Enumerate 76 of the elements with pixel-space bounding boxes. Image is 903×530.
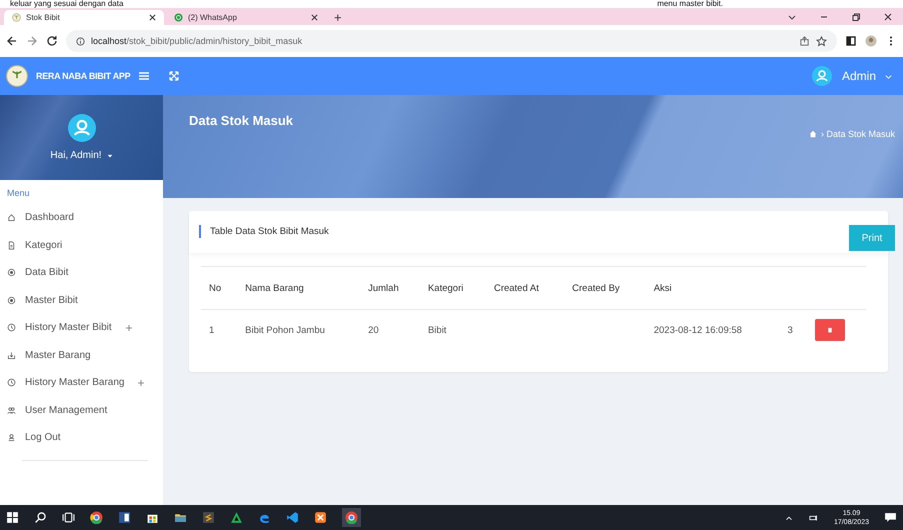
address-field[interactable]: localhost/stok_bibit/public/admin/history_bibit_masuk: [66, 30, 837, 52]
clock-icon: [7, 323, 16, 332]
column-header: No: [209, 282, 222, 294]
column-header: Aksi: [654, 282, 672, 294]
document-text: keluar yang sesuai dengan data: [10, 0, 124, 8]
leaf-icon: [12, 13, 21, 22]
card-title: Table Data Stok Bibit Masuk: [199, 225, 329, 238]
browser-icon[interactable]: [342, 508, 361, 527]
notification-icon[interactable]: [884, 511, 897, 524]
table-cell: 2023-08-12 16:09:58: [654, 324, 742, 336]
close-icon[interactable]: [883, 12, 893, 22]
task-view-icon[interactable]: [62, 511, 75, 524]
sidebar-icon[interactable]: [845, 35, 857, 47]
document-app-icon[interactable]: [118, 511, 131, 524]
share-icon[interactable]: [799, 36, 810, 46]
close-icon[interactable]: [311, 14, 318, 21]
download-icon: [7, 350, 16, 360]
restore-icon[interactable]: [851, 12, 861, 22]
menu-icon[interactable]: [138, 70, 150, 82]
breadcrumb: › Data Stok Masuk: [820, 129, 895, 139]
column-header: Nama Barang: [245, 282, 304, 294]
sidebar-item[interactable]: Kategori: [0, 232, 153, 259]
user-greeting[interactable]: Hai, Admin!: [50, 150, 102, 161]
user-icon: [7, 433, 16, 442]
table-cell: 1: [209, 324, 214, 336]
document-text: menu master bibit.: [657, 0, 723, 8]
triangle-icon[interactable]: [230, 511, 243, 524]
info-icon: [76, 36, 85, 46]
user-avatar-icon: [68, 114, 96, 142]
brand-name: RERA NABA BIBIT APP: [36, 71, 130, 81]
column-header: Created At: [494, 282, 539, 294]
caret-down-icon[interactable]: [106, 152, 113, 158]
sidebar-item[interactable]: Data Bibit: [0, 259, 153, 286]
windows-icon[interactable]: [6, 511, 19, 524]
server-app-icon[interactable]: [314, 511, 327, 524]
fullscreen-icon[interactable]: [168, 70, 180, 82]
table-cell: 20: [368, 324, 379, 336]
code-editor-icon[interactable]: [286, 511, 299, 524]
menu-heading: Menu: [7, 188, 30, 198]
star-icon[interactable]: [816, 36, 827, 46]
forward-icon[interactable]: [26, 35, 38, 47]
column-header: Created By: [572, 282, 620, 294]
browser-icon[interactable]: [90, 511, 103, 524]
search-icon[interactable]: [34, 511, 47, 524]
browser-tab[interactable]: (2) WhatsApp: [166, 10, 326, 25]
sidebar-item[interactable]: Dashboard: [0, 204, 153, 232]
back-icon[interactable]: [6, 35, 18, 47]
sidebar-item[interactable]: Master Bibit: [0, 286, 153, 314]
plus-icon: [137, 378, 146, 387]
delete-button[interactable]: [814, 319, 845, 341]
trash-icon: [826, 327, 833, 333]
clock-icon: [7, 378, 16, 388]
reload-icon[interactable]: [46, 35, 58, 47]
users-icon: [7, 406, 16, 415]
sidebar-item[interactable]: History Master Bibit: [0, 314, 153, 342]
profile-avatar-icon[interactable]: [865, 35, 877, 47]
plus-icon: [124, 324, 133, 332]
sidebar-item[interactable]: History Master Barang: [0, 369, 153, 396]
logo-icon: [6, 65, 28, 87]
editor-icon[interactable]: [202, 511, 215, 524]
sidebar-item[interactable]: Log Out: [0, 424, 153, 452]
table-cell: 3: [788, 324, 793, 336]
user-avatar-icon[interactable]: [812, 66, 832, 86]
sidebar-item[interactable]: Master Barang: [0, 342, 153, 369]
home-icon: [7, 213, 16, 222]
page-title: Data Stok Masuk: [189, 113, 294, 128]
document-icon: [7, 240, 16, 250]
sidebar-item[interactable]: User Management: [0, 396, 153, 424]
table-cell: Bibit: [428, 324, 446, 336]
chat-icon: [174, 13, 183, 22]
column-header: Jumlah: [368, 282, 399, 294]
table-cell: Bibit Pohon Jambu: [245, 324, 325, 336]
new-tab-button[interactable]: +: [328, 10, 348, 25]
close-icon[interactable]: [149, 14, 156, 21]
column-header: Kategori: [428, 282, 464, 294]
browser-tab[interactable]: Stok Bibit: [4, 10, 164, 25]
